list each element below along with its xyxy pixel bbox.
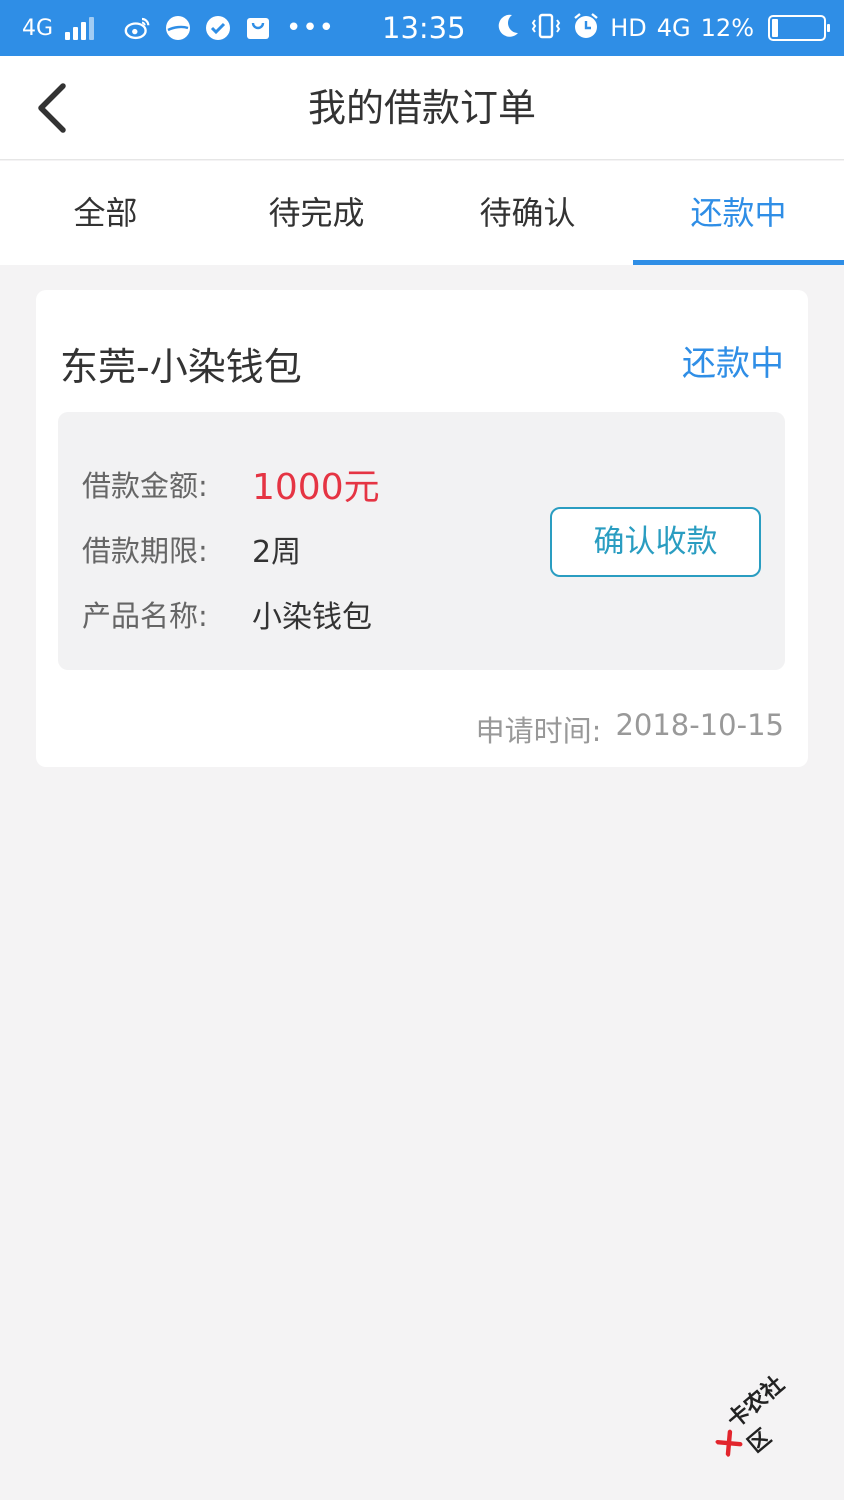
tab-to-confirm[interactable]: 待确认 <box>422 161 633 265</box>
product-value: 小染钱包 <box>252 600 372 635</box>
shopping-bag-icon <box>244 15 271 42</box>
sphere-app-icon <box>164 15 191 42</box>
amount-row: 借款金额: 1000元 <box>82 458 380 510</box>
apply-time-value: 2018-10-15 <box>615 708 784 742</box>
product-label: 产品名称: <box>82 599 208 633</box>
nav-bar: 我的借款订单 <box>0 56 844 160</box>
amount-label: 借款金额: <box>82 469 208 503</box>
order-details: 借款金额: 1000元 借款期限: 2周 产品名称: 小染钱包 确认收款 <box>58 412 785 670</box>
confirm-receipt-button[interactable]: 确认收款 <box>550 507 761 577</box>
term-label: 借款期限: <box>82 534 208 568</box>
status-bar: 4G ••• 13:35 HD 4G 12% <box>0 0 844 56</box>
tab-repaying[interactable]: 还款中 <box>633 161 844 265</box>
order-card: 东莞-小染钱包 还款中 借款金额: 1000元 借款期限: 2周 产品名称: 小… <box>36 290 808 767</box>
tab-all[interactable]: 全部 <box>0 161 211 265</box>
moon-icon <box>496 13 520 43</box>
status-time: 13:35 <box>382 11 466 45</box>
more-notifications-icon: ••• <box>286 13 336 43</box>
weibo-icon <box>124 15 151 42</box>
notification-icons: ••• <box>124 0 335 56</box>
battery-icon <box>768 15 830 41</box>
battery-percent: 12% <box>700 14 754 42</box>
carrier-label: 4G <box>22 15 54 41</box>
product-row: 产品名称: 小染钱包 <box>82 592 372 636</box>
watermark: 卡农社区 <box>701 1359 820 1474</box>
term-value: 2周 <box>252 535 302 570</box>
status-right: HD 4G 12% <box>496 0 830 56</box>
order-tabs: 全部 待完成 待确认 还款中 <box>0 161 844 265</box>
check-circle-icon <box>204 15 231 42</box>
apply-time: 申请时间: 2018-10-15 <box>476 708 784 750</box>
page-title: 我的借款订单 <box>307 86 536 130</box>
signal-icon <box>65 16 95 40</box>
term-row: 借款期限: 2周 <box>82 527 301 571</box>
network-label: 4G <box>656 14 691 42</box>
status-left: 4G <box>22 0 95 56</box>
tab-pending[interactable]: 待完成 <box>211 161 422 265</box>
order-status: 还款中 <box>682 344 784 384</box>
amount-value: 1000元 <box>252 467 380 508</box>
alarm-icon <box>572 12 600 44</box>
apply-time-label: 申请时间: <box>475 714 602 748</box>
hd-label: HD <box>610 14 647 42</box>
order-title: 东莞-小染钱包 <box>60 345 302 389</box>
vibrate-icon <box>530 12 562 44</box>
